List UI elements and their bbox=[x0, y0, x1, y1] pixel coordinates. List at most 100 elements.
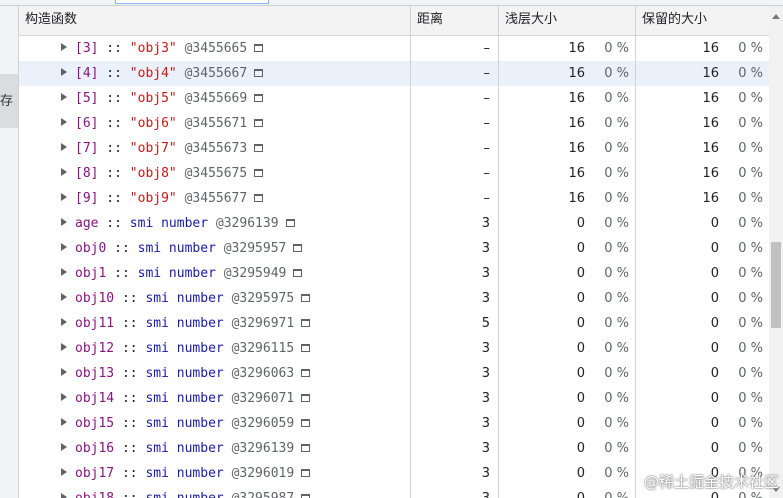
retained-size-cell: 0 0 % bbox=[636, 261, 769, 286]
table-row[interactable]: [5] :: "obj5" @3455669 – 16 0 % 16 0 % bbox=[19, 86, 769, 111]
distance-cell: 3 bbox=[481, 216, 490, 231]
node-value: "obj6" bbox=[129, 116, 177, 131]
distance-cell: 5 bbox=[481, 316, 490, 331]
scroll-up-icon[interactable] bbox=[772, 14, 780, 19]
table-row[interactable]: obj10 :: smi number @3295975 3 0 0 % 0 0 % bbox=[19, 286, 769, 311]
table-row[interactable]: age :: smi number @3296139 3 0 0 % 0 0 % bbox=[19, 211, 769, 236]
column-header-retained-size[interactable]: 保留的大小 bbox=[636, 6, 769, 35]
column-header-shallow-size[interactable]: 浅层大小 bbox=[499, 6, 635, 35]
reveal-in-panel-icon[interactable] bbox=[301, 294, 311, 302]
retained-size-cell: 16 0 % bbox=[636, 111, 769, 136]
expand-triangle-icon[interactable] bbox=[61, 343, 67, 351]
distance-cell: 3 bbox=[481, 291, 490, 306]
expand-triangle-icon[interactable] bbox=[61, 393, 67, 401]
shallow-size-value: 0 bbox=[576, 216, 585, 231]
shallow-size-value: 0 bbox=[576, 391, 585, 406]
expand-triangle-icon[interactable] bbox=[61, 318, 67, 326]
expand-triangle-icon[interactable] bbox=[61, 193, 67, 201]
expand-triangle-icon[interactable] bbox=[61, 418, 67, 426]
reveal-in-panel-icon[interactable] bbox=[254, 119, 264, 127]
column-header-distance[interactable]: 距离 bbox=[411, 6, 498, 35]
table-row[interactable]: obj12 :: smi number @3296115 3 0 0 % 0 0 % bbox=[19, 336, 769, 361]
expand-triangle-icon[interactable] bbox=[61, 243, 67, 251]
expand-triangle-icon[interactable] bbox=[61, 68, 67, 76]
retained-size-cell: 0 0 % bbox=[636, 386, 769, 411]
reveal-in-panel-icon[interactable] bbox=[254, 194, 264, 202]
expand-triangle-icon[interactable] bbox=[61, 168, 67, 176]
edge-name: obj14 bbox=[75, 391, 115, 406]
retained-size-value: 0 bbox=[710, 416, 719, 431]
column-header-constructor[interactable]: 构造函数 bbox=[19, 6, 410, 35]
table-row[interactable]: obj14 :: smi number @3296071 3 0 0 % 0 0 % bbox=[19, 386, 769, 411]
grid-header: 构造函数 距离 浅层大小 保留的大小 bbox=[19, 6, 769, 36]
expand-triangle-icon[interactable] bbox=[61, 218, 67, 226]
table-row[interactable]: obj13 :: smi number @3296063 3 0 0 % 0 0 % bbox=[19, 361, 769, 386]
edge-name: obj18 bbox=[75, 491, 114, 498]
object-id: @3296971 bbox=[231, 316, 295, 331]
reveal-in-panel-icon[interactable] bbox=[301, 469, 311, 477]
retained-size-percent: 0 % bbox=[738, 316, 763, 331]
node-value: "obj5" bbox=[129, 91, 177, 106]
node-value: smi number bbox=[145, 441, 224, 456]
reveal-in-panel-icon[interactable] bbox=[301, 319, 311, 327]
reveal-in-panel-icon[interactable] bbox=[254, 144, 264, 152]
table-row[interactable]: [9] :: "obj9" @3455677 – 16 0 % 16 0 % bbox=[19, 186, 769, 211]
reveal-in-panel-icon[interactable] bbox=[254, 44, 264, 52]
shallow-size-value: 0 bbox=[576, 441, 585, 456]
reveal-in-panel-icon[interactable] bbox=[301, 394, 311, 402]
table-row[interactable]: obj1 :: smi number @3295949 3 0 0 % 0 0 % bbox=[19, 261, 769, 286]
shallow-size-percent: 0 % bbox=[604, 391, 629, 406]
vertical-scrollbar[interactable] bbox=[769, 6, 783, 498]
table-row[interactable]: obj0 :: smi number @3295957 3 0 0 % 0 0 % bbox=[19, 236, 769, 261]
retained-size-value: 16 bbox=[702, 191, 719, 206]
table-row[interactable]: [6] :: "obj6" @3455671 – 16 0 % 16 0 % bbox=[19, 111, 769, 136]
expand-triangle-icon[interactable] bbox=[61, 443, 67, 451]
expand-triangle-icon[interactable] bbox=[61, 368, 67, 376]
table-row[interactable]: obj11 :: smi number @3296971 5 0 0 % 0 0 % bbox=[19, 311, 769, 336]
reveal-in-panel-icon[interactable] bbox=[301, 369, 311, 377]
shallow-size-value: 0 bbox=[576, 291, 585, 306]
reveal-in-panel-icon[interactable] bbox=[254, 94, 264, 102]
reveal-in-panel-icon[interactable] bbox=[301, 419, 311, 427]
retained-size-cell: 0 0 % bbox=[636, 311, 769, 336]
expand-triangle-icon[interactable] bbox=[61, 93, 67, 101]
expand-triangle-icon[interactable] bbox=[61, 43, 67, 51]
retained-size-value: 16 bbox=[702, 41, 719, 56]
shallow-size-value: 0 bbox=[577, 486, 585, 498]
expand-triangle-icon[interactable] bbox=[61, 493, 67, 498]
reveal-in-panel-icon[interactable] bbox=[293, 269, 303, 277]
expand-triangle-icon[interactable] bbox=[61, 118, 67, 126]
table-row[interactable]: [8] :: "obj8" @3455675 – 16 0 % 16 0 % bbox=[19, 161, 769, 186]
table-row[interactable]: [3] :: "obj3" @3455665 – 16 0 % 16 0 % bbox=[19, 36, 769, 61]
expand-triangle-icon[interactable] bbox=[61, 468, 67, 476]
edge-name: obj16 bbox=[75, 441, 115, 456]
table-row[interactable]: obj15 :: smi number @3296059 3 0 0 % 0 0 % bbox=[19, 411, 769, 436]
shallow-size-percent: 0 % bbox=[604, 141, 629, 156]
reveal-in-panel-icon[interactable] bbox=[301, 494, 311, 498]
retained-size-value: 0 bbox=[710, 316, 719, 331]
expand-triangle-icon[interactable] bbox=[61, 143, 67, 151]
expand-triangle-icon[interactable] bbox=[61, 268, 67, 276]
retained-size-value: 0 bbox=[710, 241, 719, 256]
shallow-size-percent: 0 % bbox=[604, 341, 629, 356]
retained-size-value: 0 bbox=[710, 266, 719, 281]
expand-triangle-icon[interactable] bbox=[61, 293, 67, 301]
retained-size-cell: 0 0 % bbox=[636, 211, 769, 236]
reveal-in-panel-icon[interactable] bbox=[254, 169, 264, 177]
table-row[interactable]: [4] :: "obj4" @3455667 – 16 0 % 16 0 % bbox=[19, 61, 769, 86]
reveal-in-panel-icon[interactable] bbox=[254, 69, 264, 77]
distance-cell: – bbox=[483, 66, 491, 81]
filter-input[interactable] bbox=[115, 0, 269, 4]
retained-size-cell: 16 0 % bbox=[636, 186, 769, 211]
retained-size-percent: 0 % bbox=[738, 166, 763, 181]
distance-cell: – bbox=[483, 191, 491, 206]
table-row[interactable]: [7] :: "obj7" @3455673 – 16 0 % 16 0 % bbox=[19, 136, 769, 161]
sidebar-tab[interactable]: 存 bbox=[0, 74, 18, 128]
reveal-in-panel-icon[interactable] bbox=[301, 444, 311, 452]
reveal-in-panel-icon[interactable] bbox=[301, 344, 311, 352]
reveal-in-panel-icon[interactable] bbox=[293, 244, 303, 252]
edge-separator: :: bbox=[98, 191, 130, 206]
table-row[interactable]: obj16 :: smi number @3296139 3 0 0 % 0 0 % bbox=[19, 436, 769, 461]
reveal-in-panel-icon[interactable] bbox=[285, 219, 295, 227]
scrollbar-thumb[interactable] bbox=[771, 242, 781, 328]
